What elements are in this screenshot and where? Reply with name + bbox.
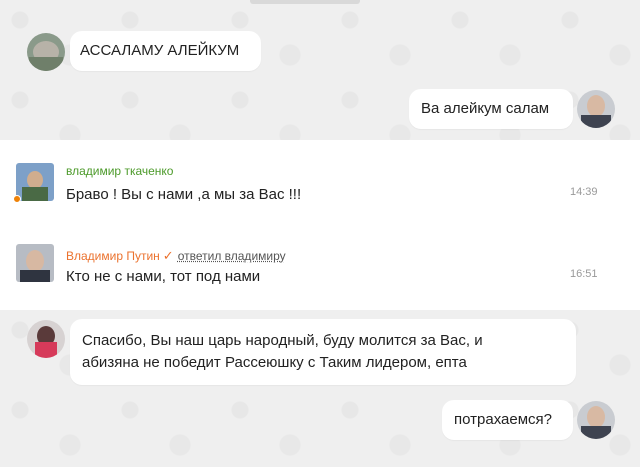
comment-author-line: Владимир Путин ✓ ответил владимиру bbox=[66, 248, 286, 264]
own-avatar[interactable] bbox=[577, 401, 615, 439]
message-text-line-1: Спасибо, Вы наш царь народный, буду моли… bbox=[82, 332, 483, 349]
message-text: потрахаемся? bbox=[454, 411, 552, 428]
author-name[interactable]: Владимир Путин bbox=[66, 249, 160, 263]
chat-panel-bottom: Спасибо, Вы наш царь народный, буду моли… bbox=[0, 310, 640, 467]
reply-to-link[interactable]: ответил владимиру bbox=[178, 249, 286, 263]
scroll-indicator[interactable] bbox=[250, 0, 360, 4]
message-text: Ва алейкум салам bbox=[421, 100, 550, 117]
author-name: владимир ткаченко bbox=[66, 164, 174, 178]
outgoing-message-bubble[interactable]: Ва алейкум салам bbox=[409, 89, 573, 129]
comment-author[interactable]: владимир ткаченко bbox=[66, 164, 173, 178]
comment-text: Браво ! Вы с нами ,а мы за Вас !!! bbox=[66, 186, 302, 203]
sender-avatar[interactable] bbox=[27, 320, 65, 358]
incoming-message-bubble[interactable]: АССАЛАМУ АЛЕЙКУМ bbox=[70, 31, 261, 71]
sender-avatar[interactable] bbox=[27, 33, 65, 71]
commenter-avatar[interactable] bbox=[16, 163, 54, 201]
comment-time: 14:39 bbox=[570, 186, 598, 198]
own-avatar[interactable] bbox=[577, 90, 615, 128]
commenter-avatar[interactable] bbox=[16, 244, 54, 282]
message-text: АССАЛАМУ АЛЕЙКУМ bbox=[80, 42, 240, 59]
message-text-line-2: абизяна не победит Рассеюшку с Таким лид… bbox=[82, 354, 467, 371]
comment-text: Кто не с нами, тот под нами bbox=[66, 268, 261, 285]
online-status-indicator bbox=[13, 195, 21, 203]
chat-panel-top: АССАЛАМУ АЛЕЙКУМ Ва алейкум салам bbox=[0, 0, 640, 140]
incoming-message-bubble[interactable]: Спасибо, Вы наш царь народный, буду моли… bbox=[70, 319, 576, 385]
verified-check-icon: ✓ bbox=[162, 248, 174, 263]
comment-time: 16:51 bbox=[570, 268, 598, 280]
outgoing-message-bubble[interactable]: потрахаемся? bbox=[442, 400, 573, 440]
